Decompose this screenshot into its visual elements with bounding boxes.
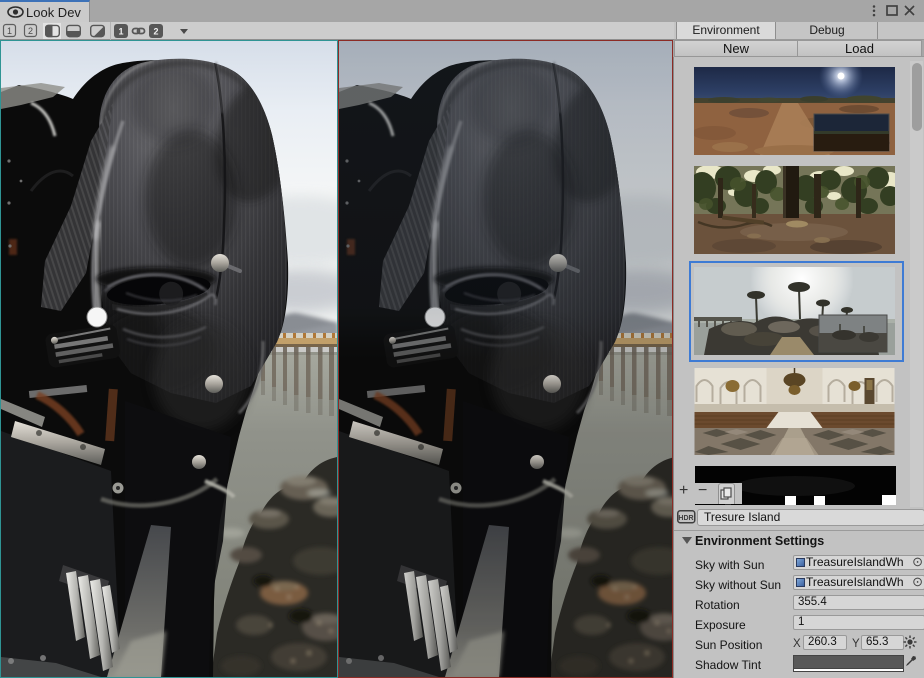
svg-text:2: 2 (153, 27, 158, 37)
svg-text:2: 2 (28, 26, 33, 36)
svg-text:1: 1 (118, 27, 123, 37)
svg-text:HDR: HDR (678, 515, 693, 522)
svg-text:1: 1 (7, 26, 12, 36)
